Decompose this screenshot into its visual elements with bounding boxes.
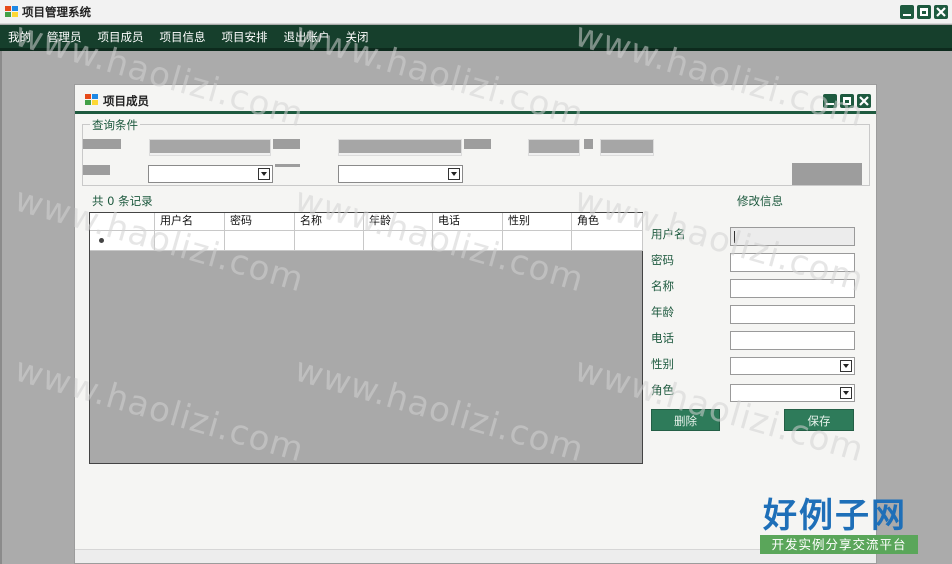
label-gender: 性别 xyxy=(651,357,674,371)
query-input-4[interactable] xyxy=(600,139,654,156)
menu-item-project-members[interactable]: 项目成员 xyxy=(98,29,144,45)
query-label-5 xyxy=(83,165,110,175)
query-group: 查询条件 xyxy=(82,117,870,186)
menu-bar: 我的 管理员 项目成员 项目信息 项目安排 退出账户 关闭 xyxy=(0,25,952,51)
child-window-title: 项目成员 xyxy=(103,94,149,108)
menu-item-admin[interactable]: 管理员 xyxy=(47,29,82,45)
label-age: 年龄 xyxy=(651,305,674,319)
role-select[interactable] xyxy=(730,384,855,402)
query-input-3[interactable] xyxy=(528,139,580,156)
label-phone: 电话 xyxy=(651,331,674,345)
child-window-icon xyxy=(85,94,98,106)
menu-item-project-schedule[interactable]: 项目安排 xyxy=(222,29,268,45)
query-label-6 xyxy=(275,164,300,167)
edit-section-title: 修改信息 xyxy=(737,194,783,208)
maximize-icon[interactable] xyxy=(840,94,854,108)
grid-cell[interactable] xyxy=(295,231,364,251)
text-caret xyxy=(734,231,735,243)
record-count: 共 0 条记录 xyxy=(92,194,153,208)
child-titlebar: 项目成员 xyxy=(75,85,876,114)
save-button[interactable]: 保存 xyxy=(784,409,854,431)
delete-button[interactable]: 删除 xyxy=(651,409,720,431)
dropdown-arrow-icon[interactable] xyxy=(448,168,460,180)
table-row[interactable] xyxy=(90,231,643,251)
dropdown-arrow-icon[interactable] xyxy=(258,168,270,180)
username-field[interactable] xyxy=(730,227,855,246)
maximize-icon[interactable] xyxy=(917,5,931,19)
query-group-legend: 查询条件 xyxy=(90,117,140,133)
password-field[interactable] xyxy=(730,253,855,272)
phone-field[interactable] xyxy=(730,331,855,350)
grid-header-role[interactable]: 角色 xyxy=(572,213,643,231)
query-label-3 xyxy=(464,139,491,149)
label-role: 角色 xyxy=(651,383,674,397)
query-input-1[interactable] xyxy=(149,139,271,156)
grid-cell[interactable] xyxy=(433,231,503,251)
grid-header-username[interactable]: 用户名 xyxy=(155,213,225,231)
query-button[interactable] xyxy=(792,163,862,185)
age-field[interactable] xyxy=(730,305,855,324)
query-label-1 xyxy=(83,139,121,149)
menu-item-logout[interactable]: 退出账户 xyxy=(284,29,330,45)
query-combo-1[interactable] xyxy=(148,165,273,183)
grid-cell[interactable] xyxy=(155,231,225,251)
dropdown-arrow-icon[interactable] xyxy=(840,360,852,372)
child-window-bottom xyxy=(75,549,876,563)
grid-cell[interactable] xyxy=(572,231,643,251)
grid-header-row: 用户名 密码 名称 年龄 电话 性别 角色 xyxy=(90,213,643,231)
minimize-icon[interactable] xyxy=(900,5,914,19)
gender-select[interactable] xyxy=(730,357,855,375)
project-members-window: 项目成员 查询条件 共 0 条记录 修改信息 用户名 密码 名称 年龄 电话 性… xyxy=(74,84,877,564)
app-icon xyxy=(5,6,18,18)
query-input-2[interactable] xyxy=(338,139,462,156)
row-indicator-icon xyxy=(99,238,104,243)
menu-item-mine[interactable]: 我的 xyxy=(8,29,31,45)
members-grid[interactable]: 用户名 密码 名称 年龄 电话 性别 角色 xyxy=(89,212,643,464)
child-window-controls xyxy=(823,94,871,108)
grid-header-name[interactable]: 名称 xyxy=(295,213,364,231)
app-title: 项目管理系统 xyxy=(22,5,91,19)
menu-item-close[interactable]: 关闭 xyxy=(346,29,369,45)
minimize-icon[interactable] xyxy=(823,94,837,108)
name-field[interactable] xyxy=(730,279,855,298)
app-titlebar: 项目管理系统 xyxy=(0,0,952,24)
query-label-4 xyxy=(584,139,593,149)
grid-header-age[interactable]: 年龄 xyxy=(364,213,433,231)
window-controls xyxy=(900,5,948,19)
close-icon[interactable] xyxy=(857,94,871,108)
dropdown-arrow-icon[interactable] xyxy=(840,387,852,399)
grid-row-header[interactable] xyxy=(90,231,155,251)
label-name: 名称 xyxy=(651,279,674,293)
label-password: 密码 xyxy=(651,253,674,267)
query-combo-2[interactable] xyxy=(338,165,463,183)
close-icon[interactable] xyxy=(934,5,948,19)
grid-header-password[interactable]: 密码 xyxy=(225,213,295,231)
query-label-2 xyxy=(273,139,300,149)
grid-cell[interactable] xyxy=(503,231,572,251)
grid-header-rowhead xyxy=(90,213,155,231)
grid-cell[interactable] xyxy=(364,231,433,251)
grid-cell[interactable] xyxy=(225,231,295,251)
grid-header-phone[interactable]: 电话 xyxy=(433,213,503,231)
label-username: 用户名 xyxy=(651,227,686,241)
grid-header-gender[interactable]: 性别 xyxy=(503,213,572,231)
menu-item-project-info[interactable]: 项目信息 xyxy=(160,29,206,45)
